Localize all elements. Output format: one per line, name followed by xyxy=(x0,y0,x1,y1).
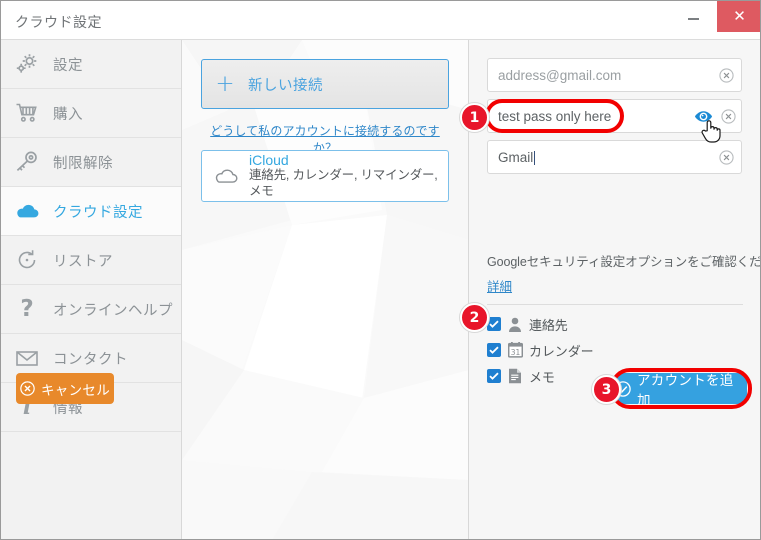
text-caret xyxy=(534,150,536,165)
sidebar-item-label: 購入 xyxy=(53,106,83,123)
window-title: クラウド設定 xyxy=(15,14,102,30)
checkbox-row-notes[interactable]: メモ xyxy=(487,364,555,388)
clear-circle-icon[interactable] xyxy=(711,149,741,165)
sidebar-item-cloud-settings[interactable]: クラウド設定 xyxy=(1,187,181,236)
annotation-badge-3: 3 xyxy=(592,375,621,404)
sidebar-item-label: オンラインヘルプ xyxy=(53,302,173,319)
detail-link[interactable]: 詳細 xyxy=(487,276,512,295)
clear-circle-icon[interactable] xyxy=(711,67,741,83)
checkbox-row-calendar[interactable]: 31 カレンダー xyxy=(487,338,594,362)
sidebar-item-online-help[interactable]: ? オンラインヘルプ xyxy=(1,285,181,334)
envelope-icon xyxy=(1,347,53,369)
checkbox-notes[interactable] xyxy=(487,369,501,383)
sidebar-item-label: クラウド設定 xyxy=(53,204,143,221)
provider-name: iCloud xyxy=(249,152,289,169)
sidebar-item-unlock[interactable]: 制限解除 xyxy=(1,138,181,187)
svg-text:?: ? xyxy=(20,297,33,321)
sidebar-item-label: 制限解除 xyxy=(53,155,113,172)
connections-panel: + 新しい接続 どうして私のアカウントに接続するのですか？ iCloud 連絡先… xyxy=(182,40,469,539)
password-value: test pass only here xyxy=(498,108,612,124)
cancel-circle-icon xyxy=(20,381,35,396)
sidebar-item-label: 設定 xyxy=(53,57,83,74)
new-connection-label: 新しい接続 xyxy=(248,77,323,94)
provider-services: 連絡先, カレンダー, リマインダー, メモ xyxy=(249,168,438,199)
key-icon xyxy=(1,150,53,174)
polygon-background xyxy=(182,40,468,539)
provider-card-icloud[interactable]: iCloud 連絡先, カレンダー, リマインダー, メモ xyxy=(201,150,449,202)
sidebar-item-label: リストア xyxy=(53,253,113,270)
calendar-icon: 31 xyxy=(501,342,529,358)
sidebar: 設定 購入 制限解除 クラウド設定 リストア ? オンラインヘルプ コンタクト … xyxy=(1,40,182,539)
account-name-field[interactable]: Gmail xyxy=(487,140,742,174)
gear-icon xyxy=(1,52,53,76)
close-icon: ✕ xyxy=(733,7,746,25)
checkbox-label: カレンダー xyxy=(529,343,594,359)
restore-icon xyxy=(1,248,53,272)
question-icon: ? xyxy=(1,297,53,321)
account-form-panel: address@gmail.com test pass only here Gm… xyxy=(469,40,761,539)
cloud-icon xyxy=(1,201,53,221)
checkbox-contacts[interactable] xyxy=(487,317,501,331)
google-security-note: Googleセキュリティ設定オプションをご確認ください。 xyxy=(487,255,761,269)
annotation-badge-1: 1 xyxy=(460,103,489,132)
minimize-button[interactable] xyxy=(670,3,716,35)
sidebar-item-label: コンタクト xyxy=(53,351,128,368)
section-divider xyxy=(487,304,743,305)
account-name-value: Gmail xyxy=(498,149,536,165)
email-value: address@gmail.com xyxy=(498,67,622,83)
svg-text:31: 31 xyxy=(510,348,520,357)
checkbox-label: 連絡先 xyxy=(529,317,568,333)
checkbox-row-contacts[interactable]: 連絡先 xyxy=(487,312,568,336)
title-bar: クラウド設定 ✕ xyxy=(1,1,760,40)
cloud-outline-icon xyxy=(202,166,249,186)
plus-icon: + xyxy=(215,70,235,97)
checkbox-calendar[interactable] xyxy=(487,343,501,357)
add-account-button-label: アカウントを追加 xyxy=(637,372,734,408)
sidebar-item-restore[interactable]: リストア xyxy=(1,236,181,285)
person-icon xyxy=(501,317,529,332)
cart-icon xyxy=(1,101,53,125)
clear-circle-icon[interactable] xyxy=(715,108,741,124)
new-connection-button[interactable]: + 新しい接続 xyxy=(201,59,449,109)
cancel-button[interactable]: キャンセル xyxy=(16,373,114,404)
sidebar-filler xyxy=(1,432,181,539)
checkbox-label: メモ xyxy=(529,369,555,385)
provider-text: iCloud 連絡先, カレンダー, リマインダー, メモ xyxy=(249,152,448,199)
note-icon xyxy=(501,368,529,384)
eye-icon[interactable] xyxy=(691,110,715,123)
sidebar-item-settings[interactable]: 設定 xyxy=(1,40,181,89)
email-field[interactable]: address@gmail.com xyxy=(487,58,742,92)
minimize-icon xyxy=(687,18,699,20)
close-button[interactable]: ✕ xyxy=(717,1,760,32)
annotation-badge-2: 2 xyxy=(460,303,489,332)
cloud-settings-window: クラウド設定 ✕ 設定 購入 制限解除 クラウド設定 リストア ? オンラインヘ… xyxy=(0,0,761,540)
add-account-button[interactable]: アカウントを追加 xyxy=(615,373,747,408)
cancel-button-label: キャンセル xyxy=(41,382,110,398)
password-field[interactable]: test pass only here xyxy=(487,99,742,133)
sidebar-item-purchase[interactable]: 購入 xyxy=(1,89,181,138)
